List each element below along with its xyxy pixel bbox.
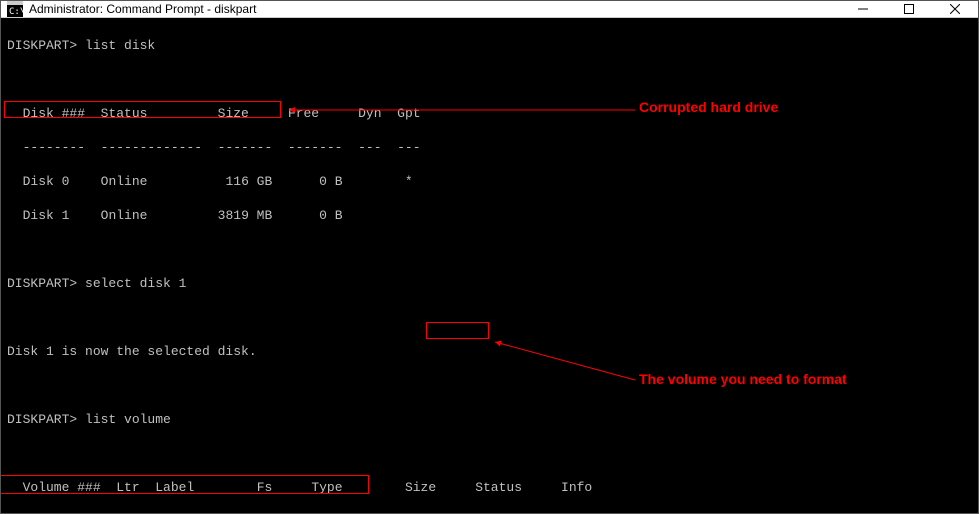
command-text: list volume: [85, 412, 171, 427]
disk-table-sep: -------- ------------- ------- ------- -…: [7, 139, 972, 156]
disk-row: Disk 0 Online 116 GB 0 B *: [7, 173, 972, 190]
window-controls: [840, 1, 978, 17]
terminal[interactable]: DISKPART> list disk Disk ### Status Size…: [1, 18, 978, 513]
output-text: Disk 1 is now the selected disk.: [7, 343, 972, 360]
window-title: Administrator: Command Prompt - diskpart: [29, 2, 256, 16]
prompt: DISKPART>: [7, 412, 85, 427]
prompt: DISKPART>: [7, 38, 85, 53]
close-button[interactable]: [932, 1, 978, 17]
disk-row: Disk 1 Online 3819 MB 0 B: [7, 207, 972, 224]
cmd-icon: C:\: [7, 1, 23, 17]
titlebar: C:\ Administrator: Command Prompt - disk…: [1, 1, 978, 18]
cmd-window: C:\ Administrator: Command Prompt - disk…: [0, 0, 979, 514]
command-text: list disk: [85, 38, 155, 53]
command-text: select disk 1: [85, 276, 186, 291]
maximize-button[interactable]: [886, 1, 932, 17]
annotation-arrows: [1, 18, 978, 513]
volume-table-header: Volume ### Ltr Label Fs Type Size Status…: [7, 479, 972, 496]
svg-text:C:\: C:\: [9, 7, 23, 17]
minimize-button[interactable]: [840, 1, 886, 17]
prompt: DISKPART>: [7, 276, 85, 291]
disk-table-header: Disk ### Status Size Free Dyn Gpt: [7, 105, 972, 122]
